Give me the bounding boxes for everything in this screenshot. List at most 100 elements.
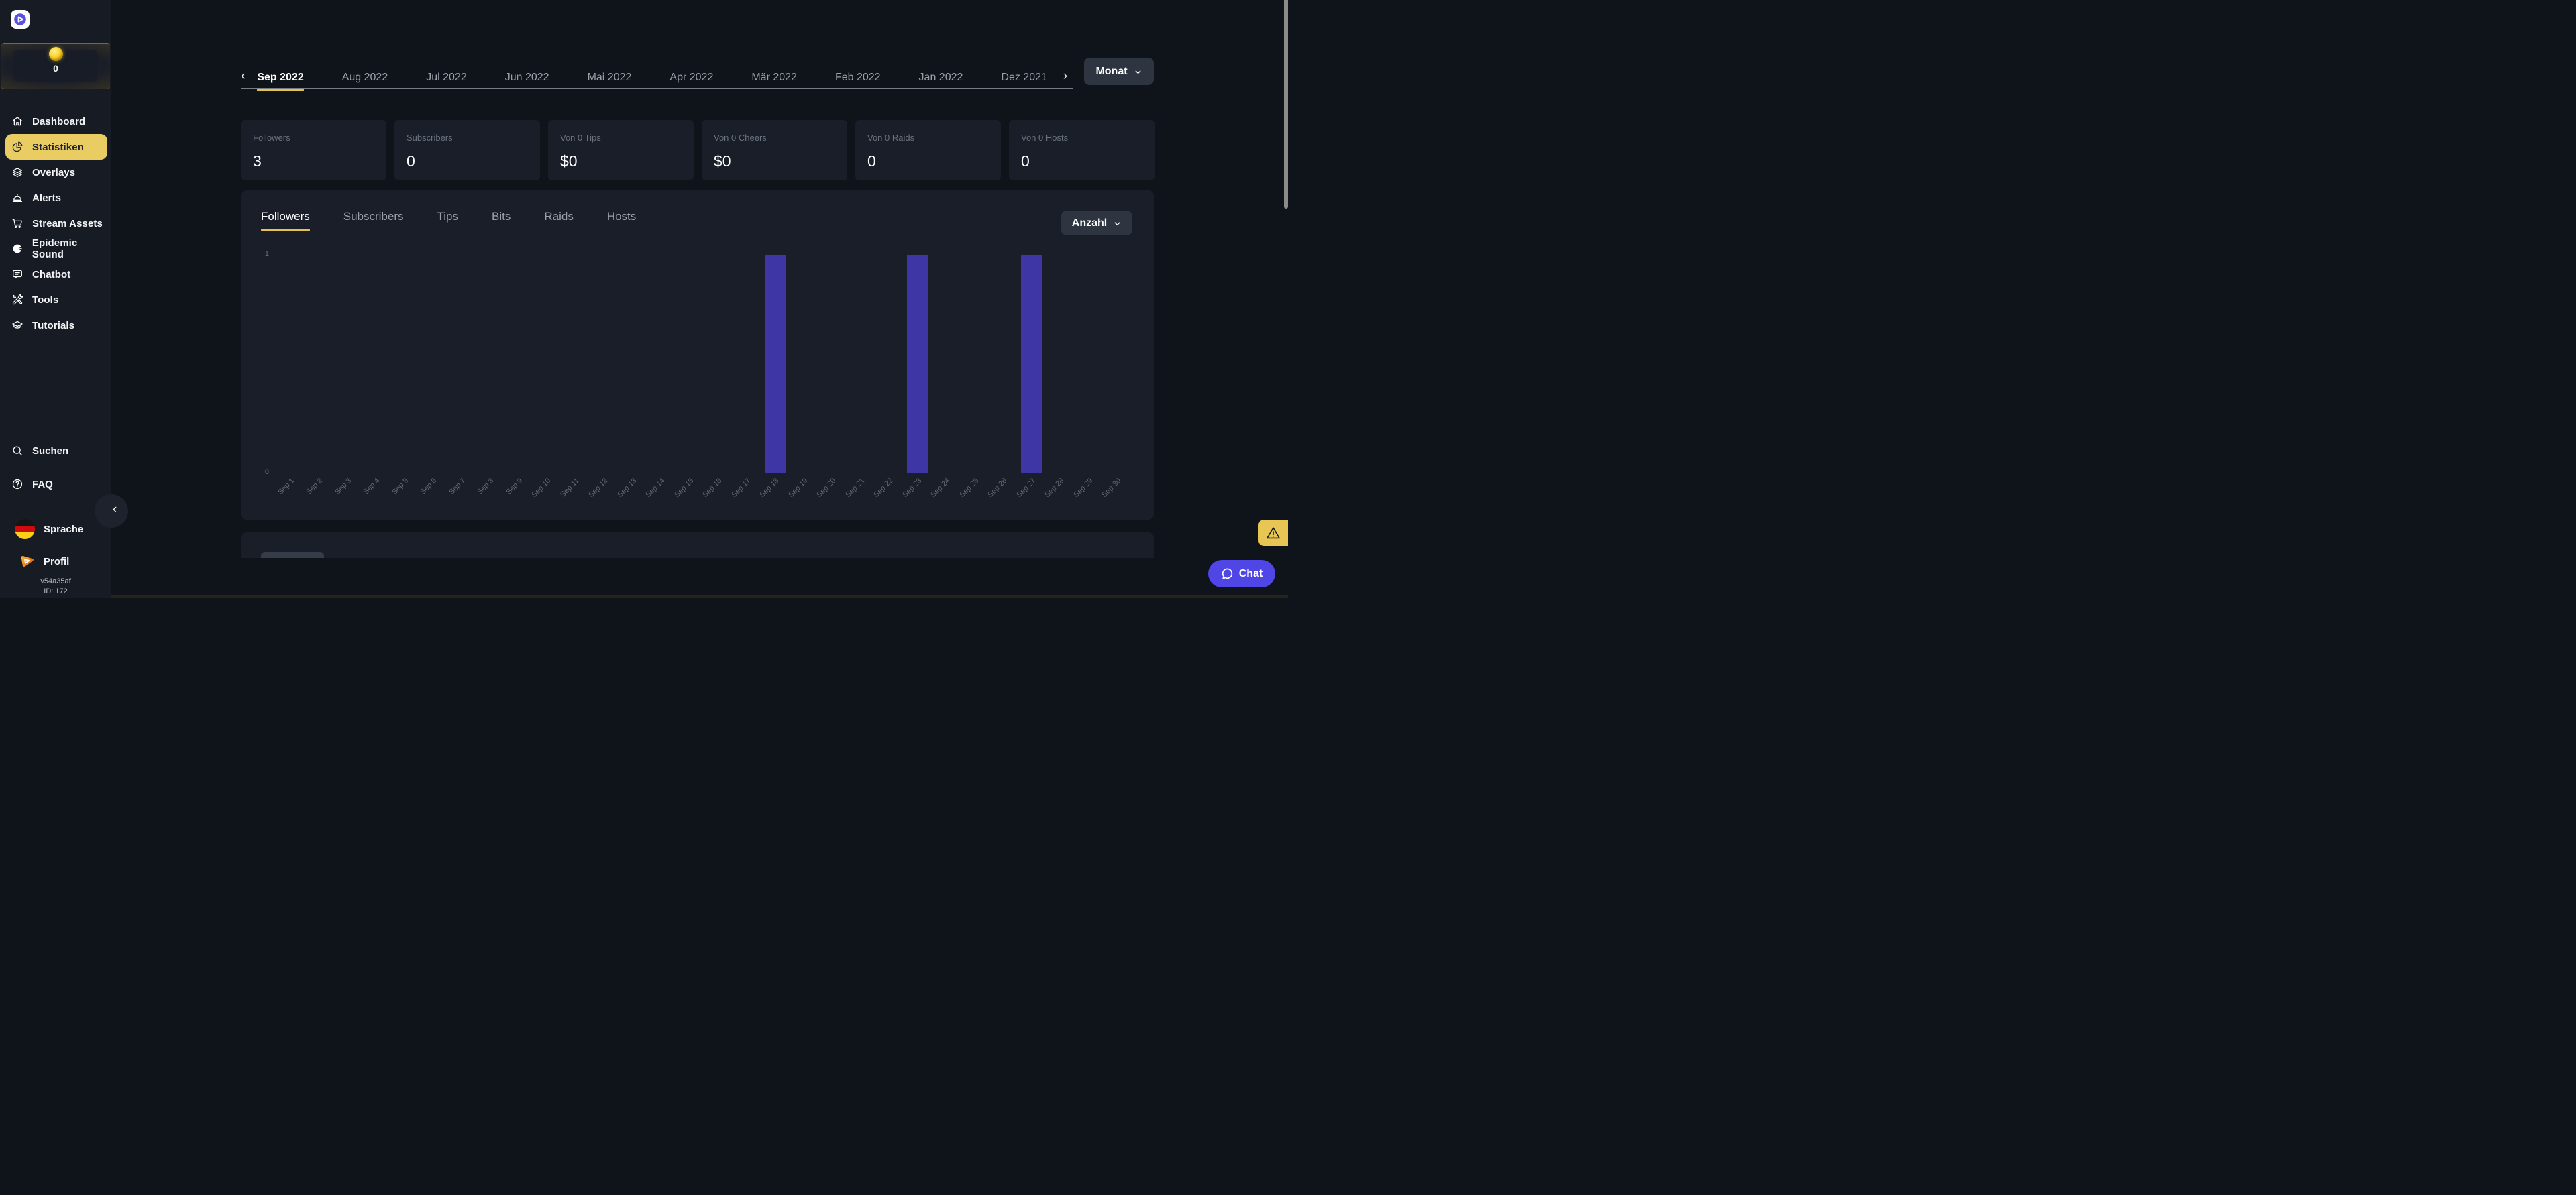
sidebar-item-label: Dashboard	[32, 116, 85, 127]
stat-card-value: 0	[407, 152, 528, 170]
x-axis-label: Sep 7	[447, 477, 467, 496]
x-axis-label: Sep 21	[844, 477, 866, 499]
month-tab-mai-2022[interactable]: Mai 2022	[588, 72, 632, 84]
stat-card-label: Von 0 Cheers	[714, 133, 835, 143]
x-axis-label: Sep 20	[815, 477, 837, 499]
x-axis-label: Sep 16	[701, 477, 723, 499]
chart-tab-tips[interactable]: Tips	[437, 210, 459, 223]
sidebar-item-label: Chatbot	[32, 269, 70, 280]
sidebar-item-epidemic-sound[interactable]: Epidemic Sound	[0, 236, 111, 262]
sidebar-item-label: Statistiken	[32, 141, 84, 153]
x-axis-label: Sep 17	[730, 477, 752, 499]
chart-tab-raids[interactable]: Raids	[544, 210, 573, 223]
x-axis-label: Sep 18	[758, 477, 780, 499]
bell-icon	[11, 192, 23, 204]
x-axis-label: Sep 23	[901, 477, 923, 499]
x-axis-label: Sep 3	[333, 477, 353, 496]
stat-card-value: 3	[253, 152, 374, 170]
sidebar-item-stream-assets[interactable]: Stream Assets	[0, 211, 111, 236]
months-next-button[interactable]: ›	[1063, 70, 1067, 82]
chart-tabs: Followers Subscribers Tips Bits Raids Ho…	[261, 205, 636, 228]
chart-bar-sep-23	[907, 255, 928, 473]
stat-card-followers: Followers 3	[241, 120, 386, 180]
stat-card-value: $0	[560, 152, 682, 170]
language-label: Sprache	[44, 524, 83, 535]
stat-card-label: Von 0 Raids	[867, 133, 989, 143]
month-tab-sep-2022[interactable]: Sep 2022	[257, 72, 303, 84]
version-text: v54a35af	[0, 577, 111, 585]
chart-tab-bits[interactable]: Bits	[492, 210, 511, 223]
month-tab-apr-2022[interactable]: Apr 2022	[669, 72, 713, 84]
month-tab-jan-2022[interactable]: Jan 2022	[919, 72, 963, 84]
epidemic-sound-icon	[11, 243, 23, 255]
stat-card-label: Von 0 Tips	[560, 133, 682, 143]
vertical-scrollbar[interactable]	[1284, 0, 1288, 209]
chart-panel: Followers Subscribers Tips Bits Raids Ho…	[241, 190, 1154, 520]
warning-button[interactable]	[1258, 520, 1288, 546]
sidebar-item-statistiken[interactable]: Statistiken	[5, 134, 107, 160]
shopping-cart-icon	[11, 217, 23, 229]
tools-icon	[11, 294, 23, 306]
sidebar-item-label: Tutorials	[32, 320, 74, 331]
chevron-down-icon	[1134, 68, 1142, 76]
faq-label: FAQ	[32, 479, 53, 490]
coin-banner[interactable]: 0	[1, 43, 110, 89]
unit-selector-dropdown[interactable]: Anzahl	[1061, 211, 1132, 235]
profile-menu[interactable]: Profil	[0, 551, 115, 571]
chart-bar-sep-18	[765, 255, 786, 473]
month-tab-jul-2022[interactable]: Jul 2022	[426, 72, 467, 84]
coin-icon	[49, 47, 63, 61]
sidebar-collapse-button[interactable]: ‹	[95, 494, 128, 528]
x-axis-label: Sep 28	[1043, 477, 1065, 499]
sidebar-item-tutorials[interactable]: Tutorials	[0, 312, 111, 338]
month-tab-dez-2021[interactable]: Dez 2021	[1001, 72, 1047, 84]
language-selector[interactable]: Sprache	[0, 519, 115, 539]
chart-tab-followers[interactable]: Followers	[261, 210, 310, 223]
bottom-edge-strip	[0, 595, 1288, 598]
stat-card-label: Followers	[253, 133, 374, 143]
search-icon	[11, 445, 23, 457]
sidebar-item-tools[interactable]: Tools	[0, 287, 111, 312]
play-logo-icon	[12, 11, 28, 27]
sidebar-item-faq[interactable]: FAQ	[0, 478, 111, 490]
sidebar-item-search[interactable]: Suchen	[0, 445, 111, 457]
stat-card-raids: Von 0 Raids 0	[855, 120, 1001, 180]
chat-button[interactable]: Chat	[1208, 560, 1275, 587]
app-logo[interactable]	[11, 10, 30, 29]
x-axis-label: Sep 8	[476, 477, 496, 496]
chart-bar-sep-27	[1021, 255, 1042, 473]
chart-tab-subscribers[interactable]: Subscribers	[343, 210, 404, 223]
graduation-cap-icon	[11, 319, 23, 331]
german-flag-icon	[15, 519, 35, 539]
sidebar-item-label: Overlays	[32, 167, 75, 178]
months-prev-button[interactable]: ‹	[241, 70, 245, 82]
x-axis-label: Sep 19	[787, 477, 809, 499]
x-axis-label: Sep 22	[872, 477, 894, 499]
next-section-panel	[241, 532, 1154, 558]
warning-triangle-icon	[1265, 525, 1282, 541]
stat-card-tips: Von 0 Tips $0	[548, 120, 694, 180]
stat-card-label: Subscribers	[407, 133, 528, 143]
sidebar-nav: Dashboard Statistiken Overlays Alerts St…	[0, 109, 111, 338]
stat-card-value: 0	[1021, 152, 1142, 170]
month-tabs-divider	[241, 88, 1073, 89]
month-tab-aug-2022[interactable]: Aug 2022	[342, 72, 388, 84]
x-axis-label: Sep 15	[673, 477, 695, 499]
y-axis-tick-max: 1	[253, 250, 269, 258]
sidebar-item-alerts[interactable]: Alerts	[0, 185, 111, 211]
sidebar-item-chatbot[interactable]: Chatbot	[0, 262, 111, 287]
month-tab-jun-2022[interactable]: Jun 2022	[505, 72, 549, 84]
x-axis-label: Sep 25	[958, 477, 980, 499]
sidebar-item-dashboard[interactable]: Dashboard	[0, 109, 111, 134]
chart-tab-hosts[interactable]: Hosts	[607, 210, 636, 223]
range-selector-dropdown[interactable]: Monat	[1084, 58, 1154, 85]
stat-card-subscribers: Subscribers 0	[394, 120, 540, 180]
chat-icon	[1221, 567, 1234, 580]
month-tabs-bar: ‹ Sep 2022 Aug 2022 Jul 2022 Jun 2022 Ma…	[241, 66, 1073, 89]
sidebar-item-overlays[interactable]: Overlays	[0, 160, 111, 185]
month-tab-mar-2022[interactable]: Mär 2022	[751, 72, 797, 84]
unit-selector-label: Anzahl	[1072, 217, 1107, 229]
month-tab-feb-2022[interactable]: Feb 2022	[835, 72, 881, 84]
pie-chart-icon	[11, 141, 23, 153]
sidebar-item-label: Alerts	[32, 192, 61, 204]
